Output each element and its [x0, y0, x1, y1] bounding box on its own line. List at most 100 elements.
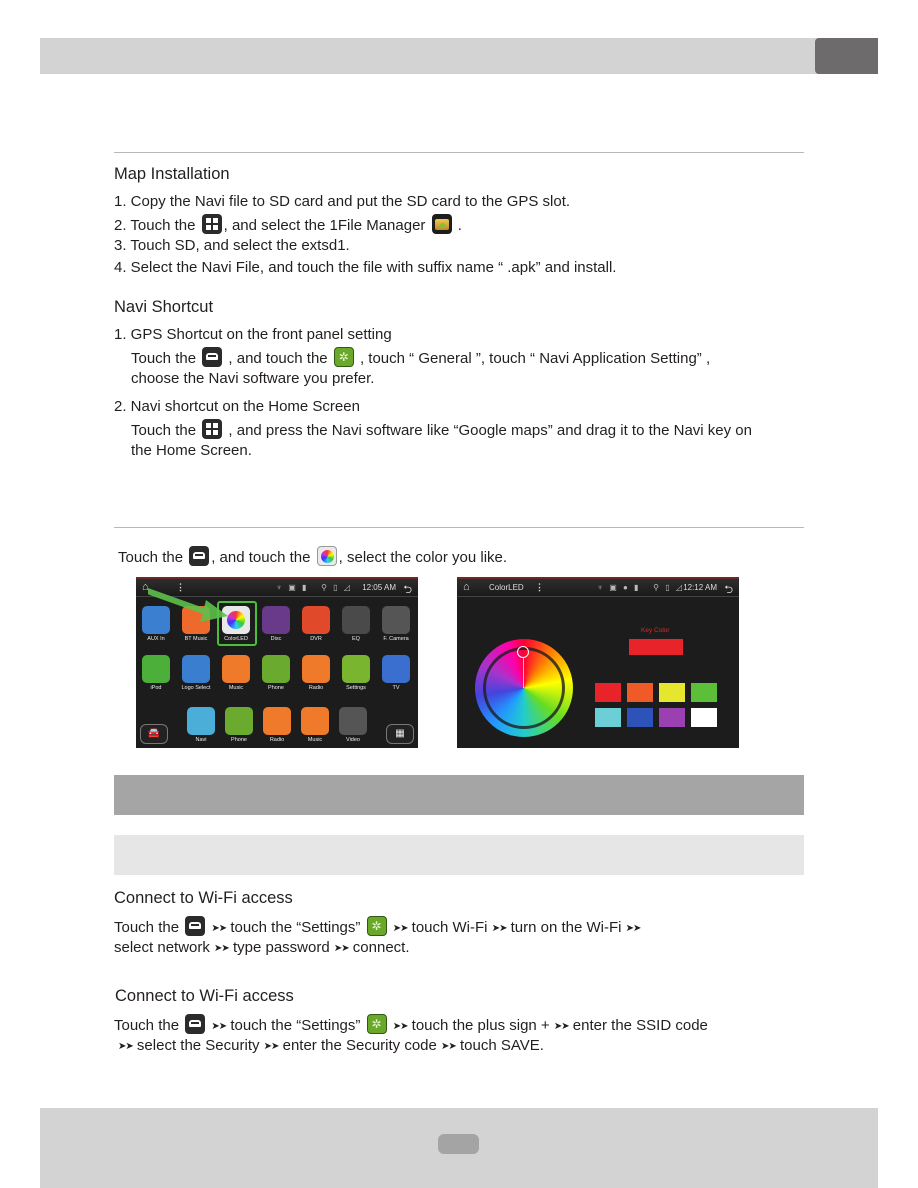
wifi-add-network-title: Connect to Wi-Fi access — [115, 987, 294, 1005]
app-tile-icon — [302, 655, 330, 683]
color-wheel-indicator-line — [523, 658, 524, 688]
color-swatch — [691, 708, 717, 727]
back-icon: ⮌ — [403, 584, 412, 596]
text: , and touch the — [224, 350, 332, 367]
green-arrow-pointer — [148, 588, 228, 622]
app-tile-icon — [225, 707, 253, 735]
map-step-2: 2. Touch the , and select the 1File Mana… — [114, 214, 462, 236]
page-number-badge — [438, 1134, 479, 1154]
status-bar: ⌂ ColorLED ⋮ ♆ ▣ ● ▮ ⚲ ▯ ◿ 12:12 AM ⮌ — [457, 579, 739, 597]
app-label: Video — [346, 737, 360, 743]
subsection-header-bar — [114, 835, 804, 875]
arrow-icon: ➤➤ — [625, 923, 642, 934]
overflow-menu-icon: ⋮ — [535, 582, 544, 592]
text: touch the “Settings” — [226, 919, 365, 936]
car-icon — [202, 347, 223, 367]
text: Touch the — [114, 1017, 184, 1034]
arrow-icon: ➤➤ — [491, 923, 508, 934]
section-divider — [114, 527, 804, 528]
app-navi: Navi — [186, 707, 216, 743]
text: turn on the Wi-Fi — [506, 919, 626, 936]
arrow-icon: ➤➤ — [263, 1041, 280, 1052]
car-icon — [185, 916, 206, 936]
apps-grid-icon — [201, 214, 222, 234]
colorled-instruction: Touch the , and touch the , select the c… — [118, 546, 507, 568]
map-step-2-text-end: . — [453, 217, 462, 234]
app-tile-icon — [339, 707, 367, 735]
arrow-icon: ➤➤ — [553, 1021, 570, 1032]
wifi-connect-title: Connect to Wi-Fi access — [114, 889, 293, 907]
arrow-icon: ➤➤ — [333, 943, 350, 954]
app-phone: Phone — [224, 707, 254, 743]
car-icon — [185, 1014, 206, 1034]
text: Touch the — [131, 422, 201, 439]
app-phone: Phone — [261, 655, 291, 691]
app-tile-icon — [302, 606, 330, 634]
map-step-1: 1. Copy the Navi file to SD card and put… — [114, 193, 571, 210]
app-label: TV — [392, 685, 400, 691]
settings-gear-icon — [366, 916, 387, 936]
app-dvr: DVR — [301, 606, 331, 642]
app-music: Music — [221, 655, 251, 691]
text: select the Security — [132, 1037, 264, 1054]
text: Touch the — [118, 549, 188, 566]
section-divider — [114, 152, 804, 153]
app-settings: Settings — [341, 655, 371, 691]
color-swatch — [691, 683, 717, 702]
arrow-icon: ➤➤ — [118, 1041, 134, 1052]
home-screen-screenshot: ⌂ ⋮ ♆ ▣ ▮ ⚲ ▯ ◿ 12:05 AM ⮌ AUX In BT Musi… — [136, 577, 418, 748]
key-color-label: Key Color — [641, 627, 670, 634]
status-icons: ♆ ▣ ● ▮ ⚲ ▯ ◿ — [597, 583, 684, 592]
navi-item-2-title: 2. Navi shortcut on the Home Screen — [114, 398, 360, 415]
app-tile-icon — [262, 606, 290, 634]
text: touch the “Settings” — [226, 1017, 365, 1034]
colorled-screenshot: ⌂ ColorLED ⋮ ♆ ▣ ● ▮ ⚲ ▯ ◿ 12:12 AM ⮌ Ke… — [457, 577, 739, 748]
app-tile-icon — [382, 655, 410, 683]
color-wheel-knob — [517, 646, 529, 658]
wifi-connect-line-1: Touch the ➤➤ touch the “Settings” ➤➤ tou… — [114, 916, 642, 939]
app-logo-select: Logo Select — [181, 655, 211, 691]
text: touch SAVE. — [455, 1037, 544, 1054]
app-eq: EQ — [341, 606, 371, 642]
app-video: Video — [338, 707, 368, 743]
navi-item-1-line-1: Touch the , and touch the , touch “ Gene… — [131, 347, 710, 369]
app-tile-icon — [301, 707, 329, 735]
map-installation-title: Map Installation — [114, 165, 230, 183]
app-title: ColorLED — [489, 583, 524, 592]
file-manager-icon — [431, 214, 452, 234]
status-time: 12:12 AM — [683, 583, 717, 592]
map-step-2-text: 2. Touch the — [114, 217, 200, 234]
text: touch the plus sign + — [407, 1017, 554, 1034]
app-label: F. Camera — [383, 636, 409, 642]
colorled-icon — [316, 546, 337, 566]
home-icon: ⌂ — [463, 581, 470, 593]
wifi-add-line-1: Touch the ➤➤ touch the “Settings” ➤➤ tou… — [114, 1014, 708, 1037]
text: , select the color you like. — [338, 549, 508, 566]
text: type password — [228, 939, 334, 956]
app-f-camera: F. Camera — [381, 606, 411, 642]
arrow-icon: ➤➤ — [392, 1021, 409, 1032]
map-step-3: 3. Touch SD, and select the extsd1. — [114, 237, 350, 254]
car-menu-button: 🚘 — [140, 724, 168, 744]
text: , and touch the — [211, 549, 315, 566]
arrow-icon: ➤➤ — [211, 1021, 227, 1032]
arrow-icon: ➤➤ — [211, 923, 227, 934]
color-swatch — [659, 683, 685, 702]
navi-item-2-line-1: Touch the , and press the Navi software … — [131, 419, 752, 441]
color-swatch — [595, 683, 621, 702]
app-disc: Disc — [261, 606, 291, 642]
section-header-bar — [114, 775, 804, 815]
status-time: 12:05 AM — [362, 583, 396, 592]
text: Touch the — [131, 350, 201, 367]
back-icon: ⮌ — [724, 584, 733, 596]
app-tile-icon — [187, 707, 215, 735]
app-tile-icon — [142, 655, 170, 683]
color-swatch — [627, 708, 653, 727]
app-tv: TV — [381, 655, 411, 691]
text: touch Wi-Fi — [407, 919, 492, 936]
app-ipod: iPod — [141, 655, 171, 691]
navi-item-2-line-2: the Home Screen. — [131, 442, 252, 459]
app-radio: Radio — [301, 655, 331, 691]
arrow-icon: ➤➤ — [392, 923, 409, 934]
app-tile-icon — [342, 606, 370, 634]
